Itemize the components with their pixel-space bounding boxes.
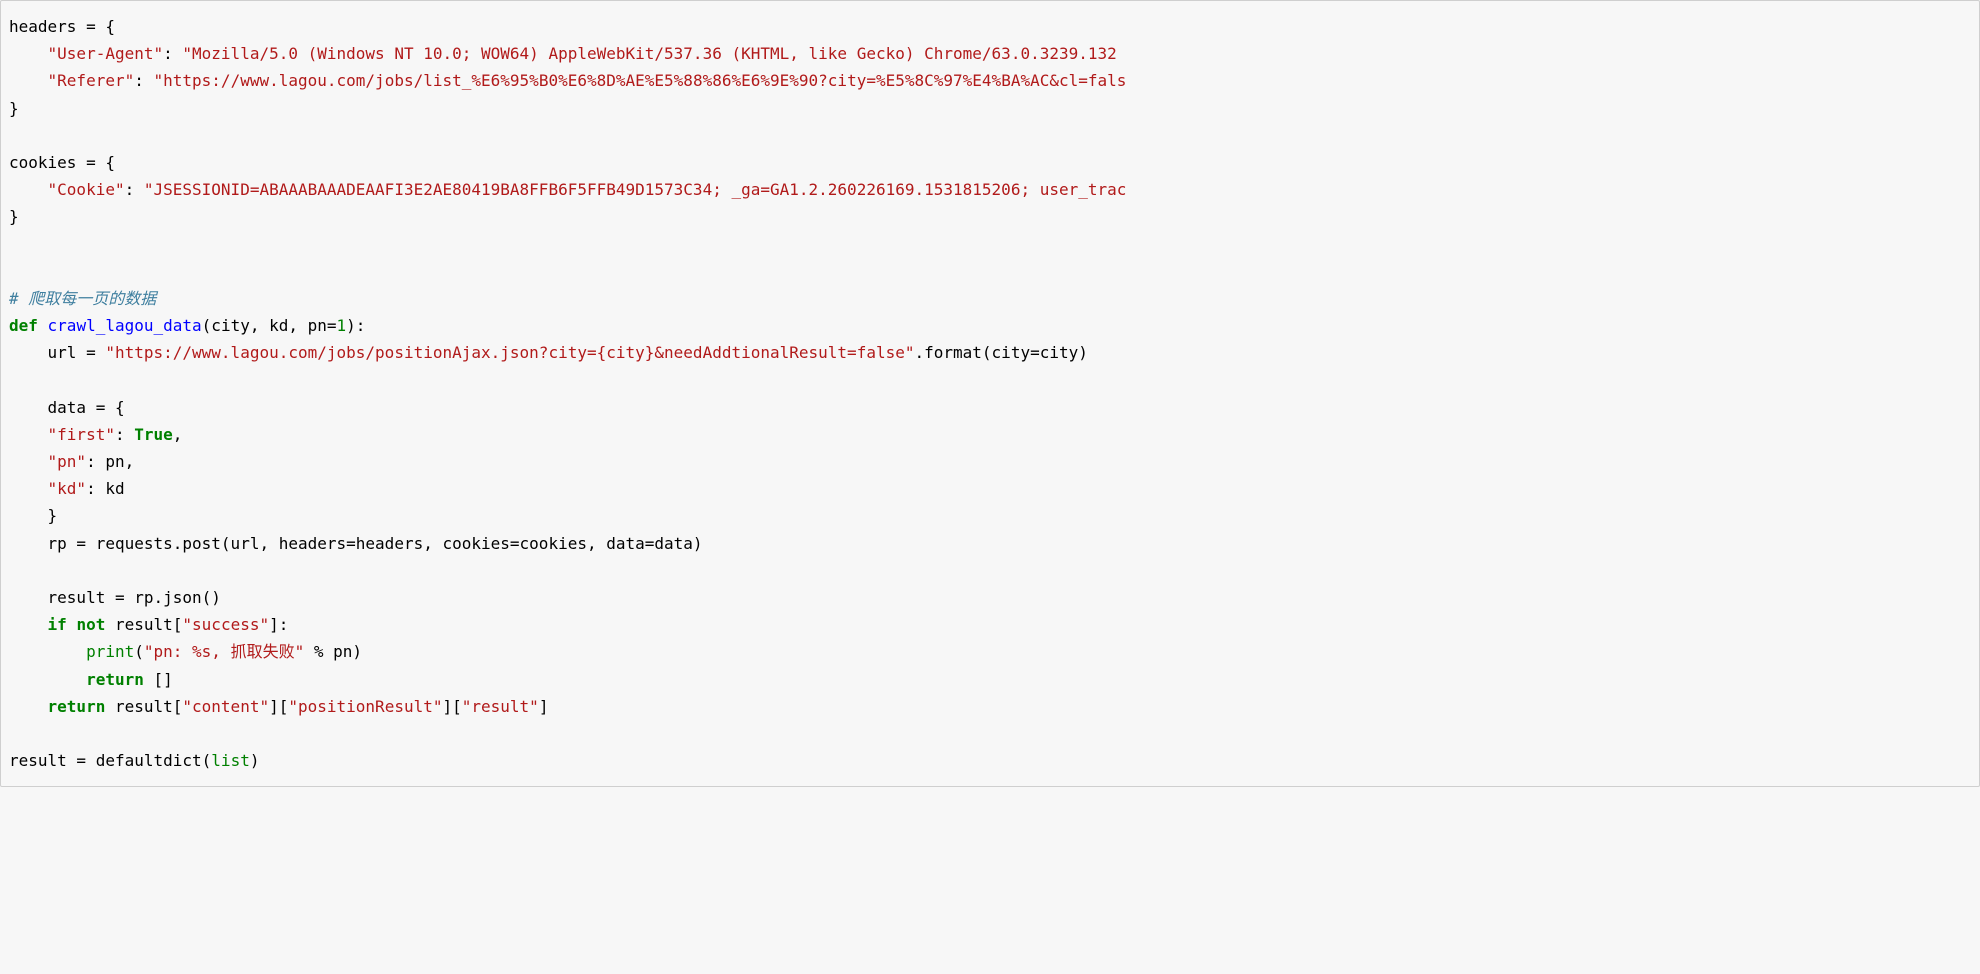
dict-val-user-agent: "Mozilla/5.0 (Windows NT 10.0; WOW64) Ap…: [182, 44, 1126, 63]
subscript-open: result[: [105, 697, 182, 716]
data-dict-close: }: [9, 506, 57, 525]
dict-key-referer: "Referer": [48, 71, 135, 90]
colon: :: [163, 44, 182, 63]
paren-open: (: [134, 642, 144, 661]
params-open: (city, kd, pn=: [202, 316, 337, 335]
builtin-print: print: [86, 642, 134, 661]
builtin-list: list: [211, 751, 250, 770]
dict-val-kd: : kd: [86, 479, 125, 498]
brace-close: }: [9, 207, 19, 226]
string-result: "result": [462, 697, 539, 716]
string-url-template: "https://www.lagou.com/jobs/positionAjax…: [105, 343, 914, 362]
identifier-cookies: cookies: [9, 153, 76, 172]
subscript-open: result[: [105, 615, 182, 634]
subscript-close-colon: ]:: [269, 615, 288, 634]
keyword-not: not: [76, 615, 105, 634]
string-crawl-failed: "pn: %s, 抓取失败": [144, 642, 304, 661]
brace-close: }: [9, 99, 19, 118]
string-position-result: "positionResult": [288, 697, 442, 716]
data-dict-open: data = {: [9, 398, 125, 417]
subscript-between: ][: [442, 697, 461, 716]
paren-close: ): [250, 751, 260, 770]
literal-true: True: [134, 425, 173, 444]
assign-brace-open: = {: [76, 153, 115, 172]
colon: :: [134, 71, 153, 90]
percent-pn-close: % pn): [304, 642, 362, 661]
assign-brace-open: = {: [76, 17, 115, 36]
subscript-close: ]: [539, 697, 549, 716]
dict-key-cookie: "Cookie": [48, 180, 125, 199]
code-block: headers = { "User-Agent": "Mozilla/5.0 (…: [0, 0, 1980, 787]
dict-val-pn: : pn,: [86, 452, 134, 471]
comma: ,: [173, 425, 183, 444]
string-content: "content": [182, 697, 269, 716]
python-source: headers = { "User-Agent": "Mozilla/5.0 (…: [9, 13, 1971, 774]
function-name-crawl-lagou-data: crawl_lagou_data: [38, 316, 202, 335]
equals: =: [86, 343, 105, 362]
keyword-return: return: [86, 670, 144, 689]
dict-val-referer: "https://www.lagou.com/jobs/list_%E6%95%…: [154, 71, 1127, 90]
colon: :: [115, 425, 134, 444]
keyword-def: def: [9, 316, 38, 335]
dict-key-pn: "pn": [48, 452, 87, 471]
identifier-headers: headers: [9, 17, 76, 36]
result-json-call: result = rp.json(): [9, 588, 221, 607]
comment-crawl-each-page: # 爬取每一页的数据: [9, 289, 156, 308]
identifier-url: url: [9, 343, 86, 362]
params-close: ):: [346, 316, 365, 335]
empty-list: []: [144, 670, 173, 689]
colon: :: [125, 180, 144, 199]
requests-post-call: rp = requests.post(url, headers=headers,…: [9, 534, 703, 553]
keyword-return: return: [48, 697, 106, 716]
subscript-between: ][: [269, 697, 288, 716]
result-defaultdict-open: result = defaultdict(: [9, 751, 211, 770]
dict-key-first: "first": [48, 425, 115, 444]
dict-key-kd: "kd": [48, 479, 87, 498]
format-call: .format(city=city): [914, 343, 1087, 362]
string-success: "success": [182, 615, 269, 634]
keyword-if: if: [48, 615, 67, 634]
dict-key-user-agent: "User-Agent": [48, 44, 164, 63]
default-arg-1: 1: [337, 316, 347, 335]
dict-val-cookie: "JSESSIONID=ABAAABAAADEAAFI3E2AE80419BA8…: [144, 180, 1127, 199]
